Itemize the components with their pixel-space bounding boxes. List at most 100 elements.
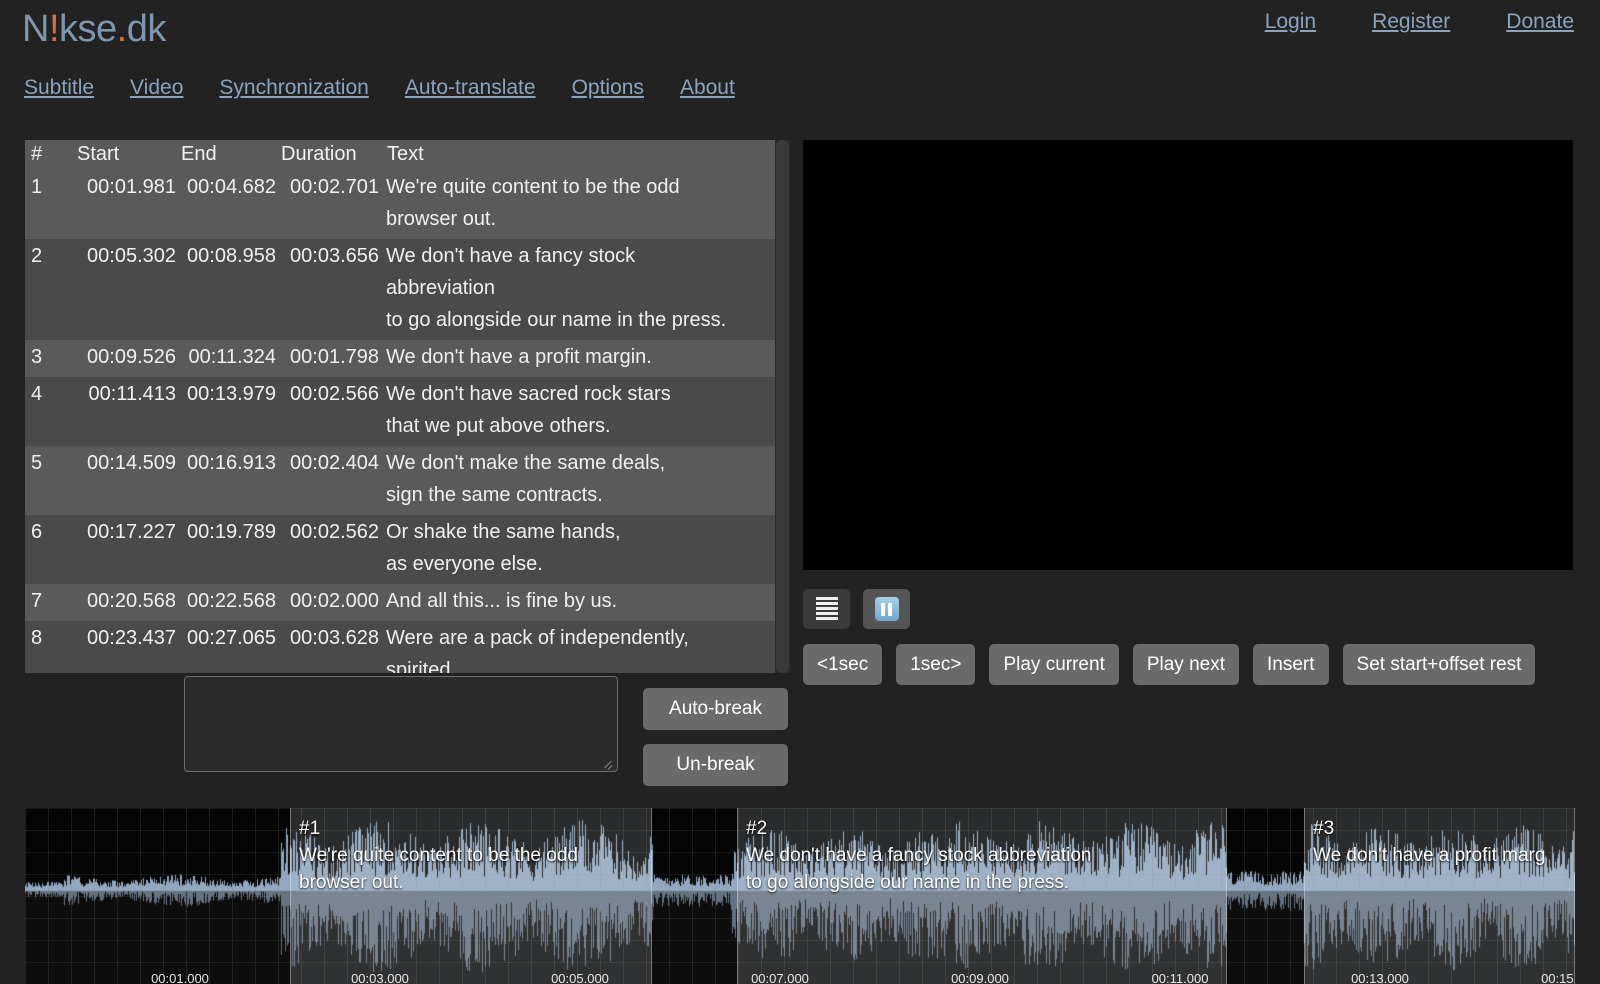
top-navigation: Login Register Donate — [1265, 10, 1574, 34]
waveform-segment-text-line: We don't have a fancy stock abbreviation — [746, 842, 1091, 869]
row-text-line: as everyone else. — [386, 548, 790, 580]
audio-waveform[interactable]: #1We're quite content to be the oddbrows… — [25, 808, 1575, 984]
col-header-end[interactable]: End — [177, 140, 277, 170]
nav-register[interactable]: Register — [1372, 10, 1450, 34]
scrollbar-thumb[interactable] — [776, 140, 789, 673]
site-logo[interactable]: N!kse.dk — [22, 8, 166, 51]
waveform-tick-label: 00:01.000 — [151, 971, 209, 984]
waveform-segment-text-line: We don't have a profit marg — [1313, 842, 1545, 869]
waveform-segment-text-line: browser out. — [299, 869, 578, 896]
table-row[interactable]: 200:05.30200:08.95800:03.656We don't hav… — [25, 239, 790, 340]
row-text-line: to go alongside our name in the press. — [386, 304, 790, 336]
row-text-line: And all this... is fine by us. — [386, 585, 790, 617]
row-text: We don't have a profit margin. — [380, 340, 790, 377]
table-row[interactable]: 800:23.43700:27.06500:03.628Were are a p… — [25, 621, 790, 673]
transport-button-1sec[interactable]: <1sec — [803, 644, 882, 685]
toggle-list-view-button[interactable] — [803, 589, 850, 629]
subtitle-table-container[interactable]: # Start End Duration Text 100:01.98100:0… — [25, 140, 790, 673]
table-row[interactable]: 600:17.22700:19.78900:02.562Or shake the… — [25, 515, 790, 584]
subtitle-table-body: 100:01.98100:04.68200:02.701We're quite … — [25, 170, 790, 673]
row-text-line: We don't have a fancy stock — [386, 240, 790, 272]
subtitle-table-head: # Start End Duration Text — [25, 140, 790, 170]
row-text: We don't have sacred rock starsthat we p… — [380, 377, 790, 446]
row-number: 8 — [25, 621, 73, 673]
transport-button-play-current[interactable]: Play current — [989, 644, 1118, 685]
subtitle-table: # Start End Duration Text 100:01.98100:0… — [25, 140, 790, 673]
nav-subtitle[interactable]: Subtitle — [24, 76, 94, 100]
nav-auto-translate[interactable]: Auto-translate — [405, 76, 536, 100]
row-text-line: We don't have a profit margin. — [386, 341, 790, 373]
row-number: 2 — [25, 239, 73, 340]
subtitle-table-scrollbar[interactable] — [775, 140, 790, 673]
logo-part-bang: ! — [49, 8, 59, 50]
waveform-segment[interactable]: #1We're quite content to be the oddbrows… — [290, 808, 652, 984]
waveform-segment[interactable]: #2We don't have a fancy stock abbreviati… — [737, 808, 1227, 984]
nav-synchronization[interactable]: Synchronization — [219, 76, 368, 100]
row-duration: 00:02.000 — [277, 584, 380, 621]
table-row[interactable]: 100:01.98100:04.68200:02.701We're quite … — [25, 170, 790, 239]
transport-button-1sec[interactable]: 1sec> — [896, 644, 975, 685]
waveform-segment-label: #2We don't have a fancy stock abbreviati… — [738, 808, 1091, 896]
row-text: We're quite content to be the oddbrowser… — [380, 170, 790, 239]
row-text: We don't have a fancy stockabbreviationt… — [380, 239, 790, 340]
row-end-time: 00:04.682 — [177, 170, 277, 239]
waveform-segment[interactable]: #3We don't have a profit marg — [1304, 808, 1575, 984]
row-text: And all this... is fine by us. — [380, 584, 790, 621]
waveform-segment-text-line: to go alongside our name in the press. — [746, 869, 1091, 896]
col-header-number[interactable]: # — [25, 140, 73, 170]
row-start-time: 00:01.981 — [73, 170, 177, 239]
row-start-time: 00:20.568 — [73, 584, 177, 621]
row-number: 5 — [25, 446, 73, 515]
row-number: 3 — [25, 340, 73, 377]
transport-controls: <1sec 1sec> Play current Play next Insert Set… — [803, 644, 1535, 685]
auto-break-button[interactable]: Auto-break — [643, 688, 788, 730]
waveform-tick-label: 00:09.000 — [951, 971, 1009, 984]
transport-button-insert[interactable]: Insert — [1253, 644, 1329, 685]
waveform-segment-number: #1 — [299, 815, 578, 842]
subtitle-text-editor[interactable] — [184, 676, 618, 772]
video-player[interactable] — [803, 140, 1573, 570]
waveform-segment-number: #3 — [1313, 815, 1545, 842]
nav-login[interactable]: Login — [1265, 10, 1316, 34]
table-row[interactable]: 400:11.41300:13.97900:02.566We don't hav… — [25, 377, 790, 446]
site-header: N!kse.dk Login Register Donate — [0, 0, 1600, 66]
row-end-time: 00:11.324 — [177, 340, 277, 377]
row-start-time: 00:17.227 — [73, 515, 177, 584]
table-row[interactable]: 500:14.50900:16.91300:02.404We don't mak… — [25, 446, 790, 515]
row-start-time: 00:11.413 — [73, 377, 177, 446]
transport-button-set-start-offset-rest[interactable]: Set start+offset rest — [1343, 644, 1536, 685]
app-root: N!kse.dk Login Register Donate Subtitle … — [0, 0, 1600, 984]
row-end-time: 00:27.065 — [177, 621, 277, 673]
row-text-line: that we put above others. — [386, 410, 790, 442]
row-duration: 00:03.628 — [277, 621, 380, 673]
nav-about[interactable]: About — [680, 76, 735, 100]
col-header-text[interactable]: Text — [380, 140, 790, 170]
row-start-time: 00:05.302 — [73, 239, 177, 340]
main-navigation: Subtitle Video Synchronization Auto-tran… — [24, 76, 735, 100]
waveform-tick-label: 00:03.000 — [351, 971, 409, 984]
waveform-tick-label: 00:07.000 — [751, 971, 809, 984]
row-end-time: 00:19.789 — [177, 515, 277, 584]
logo-part-dot: . — [117, 8, 127, 50]
col-header-duration[interactable]: Duration — [277, 140, 380, 170]
row-duration: 00:02.404 — [277, 446, 380, 515]
nav-options[interactable]: Options — [572, 76, 644, 100]
nav-video[interactable]: Video — [130, 76, 183, 100]
row-end-time: 00:16.913 — [177, 446, 277, 515]
row-duration: 00:02.701 — [277, 170, 380, 239]
row-text: Or shake the same hands,as everyone else… — [380, 515, 790, 584]
table-row[interactable]: 300:09.52600:11.32400:01.798We don't hav… — [25, 340, 790, 377]
waveform-segment-label: #3We don't have a profit marg — [1305, 808, 1545, 869]
pause-button[interactable] — [863, 589, 910, 629]
waveform-tick-label: 00:15.000 — [1541, 971, 1575, 984]
row-text-line: sign the same contracts. — [386, 479, 790, 511]
nav-donate[interactable]: Donate — [1506, 10, 1574, 34]
table-row[interactable]: 700:20.56800:22.56800:02.000And all this… — [25, 584, 790, 621]
col-header-start[interactable]: Start — [73, 140, 177, 170]
row-number: 1 — [25, 170, 73, 239]
row-text: Were are a pack of independently,spirite… — [380, 621, 790, 673]
waveform-tick-label: 00:11.000 — [1152, 971, 1209, 984]
transport-button-play-next[interactable]: Play next — [1133, 644, 1239, 685]
waveform-tick-label: 00:05.000 — [551, 971, 609, 984]
un-break-button[interactable]: Un-break — [643, 744, 788, 786]
